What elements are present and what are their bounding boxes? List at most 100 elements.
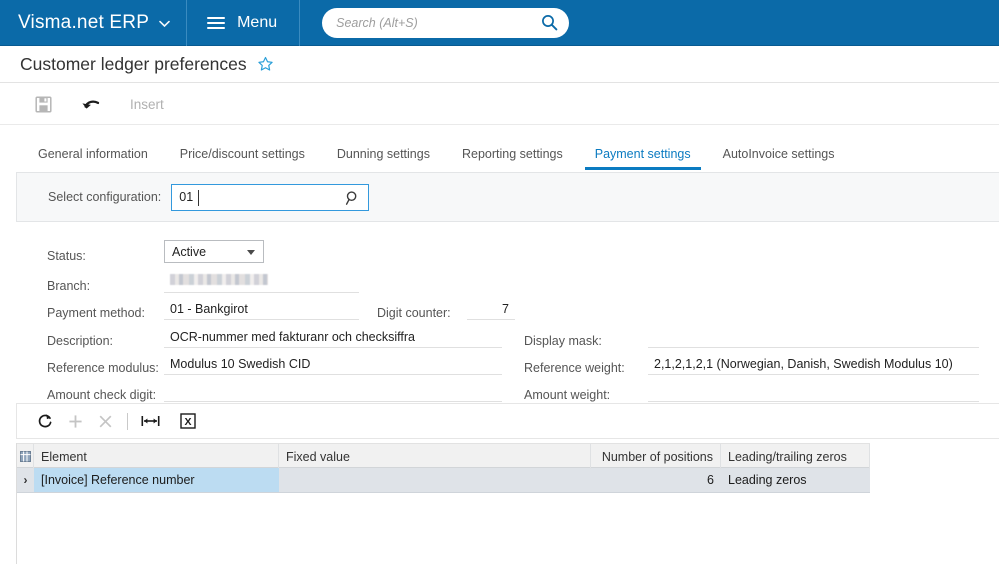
magnifier-lookup-icon[interactable]: [345, 190, 360, 206]
tab-dunning-settings[interactable]: Dunning settings: [321, 147, 446, 170]
payment-method-value[interactable]: 01 - Bankgirot: [164, 298, 359, 320]
select-configuration-row: Select configuration:: [16, 172, 999, 222]
description-value[interactable]: OCR-nummer med fakturanr och checksiffra: [164, 326, 502, 348]
row-expand-chevron[interactable]: ›: [17, 468, 34, 492]
cell-number-of-positions[interactable]: 6: [591, 468, 721, 492]
tab-price-discount-settings[interactable]: Price/discount settings: [164, 147, 321, 170]
reference-weight-label: Reference weight:: [524, 361, 625, 375]
grid-select-all-icon[interactable]: [17, 444, 34, 469]
insert-button[interactable]: Insert: [122, 84, 172, 125]
field-description: Description: OCR-nummer med fakturanr oc…: [47, 326, 502, 348]
fit-columns-icon: [140, 414, 160, 428]
top-navigation-bar: Visma.net ERP Menu: [0, 0, 999, 46]
grid-header-row: Element Fixed value Number of positions …: [17, 443, 870, 469]
reference-modulus-value[interactable]: Modulus 10 Swedish CID: [164, 353, 502, 375]
star-icon[interactable]: [257, 56, 274, 73]
cell-element[interactable]: [Invoice] Reference number: [34, 468, 279, 492]
field-amount-check-digit: Amount check digit:: [47, 380, 502, 402]
grid-header-leading-trailing-zeros[interactable]: Leading/trailing zeros: [721, 444, 870, 469]
tab-label: General information: [38, 147, 148, 161]
chevron-right-icon: ›: [23, 473, 28, 487]
grid-toolbar: X: [16, 403, 999, 439]
field-amount-weight: Amount weight:: [524, 380, 979, 402]
dropdown-caret-icon: [247, 250, 255, 255]
cell-fixed-value[interactable]: [279, 468, 591, 492]
tab-autoinvoice-settings[interactable]: AutoInvoice settings: [707, 147, 851, 170]
fit-columns-button[interactable]: [135, 403, 165, 439]
tab-general-information[interactable]: General information: [22, 147, 164, 170]
text-cursor: [198, 189, 200, 206]
display-mask-label: Display mask:: [524, 334, 602, 348]
table-row[interactable]: › [Invoice] Reference number 6 Leading z…: [17, 468, 870, 493]
status-label: Status:: [47, 249, 86, 263]
tab-label: Payment settings: [594, 147, 691, 161]
export-excel-button[interactable]: X: [173, 403, 203, 439]
digit-counter-label: Digit counter:: [377, 306, 451, 320]
hamburger-icon: [207, 14, 226, 32]
redacted-value: [170, 274, 268, 285]
field-status: Status: Active: [47, 240, 264, 263]
tab-label: Dunning settings: [336, 147, 430, 161]
cell-leading-trailing-zeros[interactable]: Leading zeros: [721, 468, 870, 492]
field-display-mask: Display mask:: [524, 326, 979, 348]
select-configuration-label: Select configuration:: [48, 190, 162, 204]
field-reference-weight: Reference weight: 2,1,2,1,2,1 (Norwegian…: [524, 353, 979, 375]
save-button[interactable]: [26, 84, 60, 125]
select-configuration-field[interactable]: [171, 183, 370, 211]
search-input[interactable]: [322, 8, 570, 37]
page-title-bar: Customer ledger preferences: [0, 46, 999, 83]
field-reference-modulus: Reference modulus: Modulus 10 Swedish CI…: [47, 353, 502, 375]
toolbar-divider: [127, 412, 128, 430]
field-branch: Branch:: [47, 271, 359, 293]
settings-tabs: General information Price/discount setti…: [0, 133, 999, 170]
application-window: Visma.net ERP Menu Customer ledger prefe…: [0, 0, 999, 564]
grid-empty-area: [17, 493, 870, 563]
svg-text:X: X: [184, 416, 191, 428]
tab-label: Reporting settings: [461, 147, 563, 161]
payment-method-label: Payment method:: [47, 306, 145, 320]
search-icon[interactable]: [541, 14, 558, 31]
status-dropdown[interactable]: Active: [164, 240, 264, 263]
field-digit-counter: Digit counter: 7: [377, 298, 515, 320]
undo-button[interactable]: [74, 84, 108, 125]
branch-label: Branch:: [47, 279, 91, 293]
add-row-button[interactable]: [60, 403, 90, 439]
undo-arrow-icon: [81, 96, 101, 112]
refresh-icon: [37, 413, 53, 429]
tab-reporting-settings[interactable]: Reporting settings: [446, 147, 579, 170]
reference-modulus-label: Reference modulus:: [47, 361, 159, 375]
payment-settings-form: Status: Active Branch: Payment method: 0…: [0, 222, 999, 402]
select-configuration-input[interactable]: [172, 184, 369, 210]
brand-menu[interactable]: Visma.net ERP: [0, 0, 188, 46]
main-menu-button[interactable]: Menu: [187, 0, 301, 46]
digit-counter-value[interactable]: 7: [467, 298, 515, 320]
field-payment-method: Payment method: 01 - Bankgirot: [47, 298, 359, 320]
reference-weight-value[interactable]: 2,1,2,1,2,1 (Norwegian, Danish, Swedish …: [648, 353, 979, 375]
menu-label: Menu: [237, 13, 278, 31]
close-x-icon: [98, 414, 113, 429]
tab-label: Price/discount settings: [179, 147, 305, 161]
status-value: Active: [172, 244, 207, 259]
amount-weight-label: Amount weight:: [524, 388, 611, 402]
plus-icon: [68, 414, 83, 429]
tab-payment-settings[interactable]: Payment settings: [579, 147, 707, 170]
description-label: Description:: [47, 334, 113, 348]
display-mask-value[interactable]: [648, 326, 979, 348]
delete-row-button[interactable]: [90, 403, 120, 439]
save-disk-icon: [34, 95, 52, 113]
branch-value[interactable]: [164, 271, 359, 293]
amount-check-digit-label: Amount check digit:: [47, 388, 157, 402]
page-title: Customer ledger preferences: [20, 53, 247, 74]
grid-header-fixed-value[interactable]: Fixed value: [279, 444, 591, 469]
amount-check-digit-value[interactable]: [164, 380, 502, 402]
global-search[interactable]: [322, 7, 570, 38]
amount-weight-value[interactable]: [648, 380, 979, 402]
configuration-elements-grid: Element Fixed value Number of positions …: [16, 443, 999, 564]
grid-header-number-of-positions[interactable]: Number of positions: [591, 444, 721, 469]
export-excel-icon: X: [180, 413, 196, 429]
grid-header-element[interactable]: Element: [34, 444, 279, 469]
chevron-down-icon[interactable]: [159, 20, 170, 28]
action-toolbar: Insert: [0, 84, 999, 125]
refresh-button[interactable]: [30, 403, 60, 439]
insert-label: Insert: [130, 96, 164, 112]
